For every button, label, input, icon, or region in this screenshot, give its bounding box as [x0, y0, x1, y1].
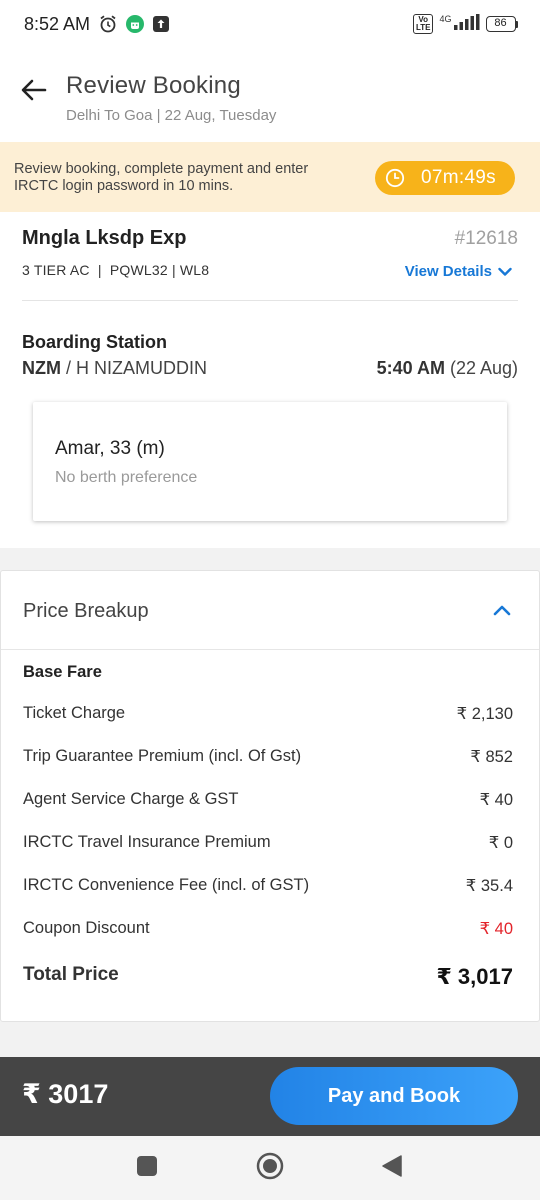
- departure-time: 5:40 AM: [376, 358, 445, 378]
- countdown-value: 07m:49s: [421, 167, 496, 188]
- divider: [1, 649, 539, 650]
- passenger-name: Amar, 33 (m): [55, 438, 165, 459]
- price-label: Ticket Charge: [23, 704, 126, 722]
- collapse-button[interactable]: [491, 601, 513, 619]
- network-type: 4G: [439, 14, 452, 24]
- upload-notification-icon: [152, 15, 170, 33]
- train-card: Mngla Lksdp Exp #12618 3 TIER AC | PQWL3…: [0, 212, 540, 548]
- train-number: #12618: [454, 228, 518, 249]
- volte-icon: Vo LTE: [412, 14, 434, 34]
- price-label: Coupon Discount: [23, 919, 150, 937]
- signal-icon: [453, 13, 480, 35]
- price-breakup-card: Price Breakup Base Fare Ticket Charge ₹ …: [0, 570, 540, 1022]
- discount-amount: ₹ 40: [479, 920, 513, 938]
- status-time: 8:52 AM: [24, 13, 91, 34]
- system-nav-bar: [0, 1136, 540, 1200]
- price-amount: ₹ 852: [470, 748, 513, 766]
- arrow-left-icon: [21, 79, 47, 101]
- home-circle-icon: [256, 1152, 284, 1180]
- view-details-link[interactable]: View Details: [405, 263, 512, 280]
- app-notification-icon: [125, 14, 145, 34]
- status-bar: 8:52 AM Vo LTE 4G 86: [0, 0, 540, 48]
- journey-subtitle: Delhi To Goa | 22 Aug, Tuesday: [66, 107, 277, 124]
- price-row-agent-service: Agent Service Charge & GST ₹ 40: [23, 790, 513, 810]
- price-label: Trip Guarantee Premium (incl. Of Gst): [23, 747, 302, 765]
- total-price-label: Total Price: [23, 964, 119, 985]
- timer-banner: Review booking, complete payment and ent…: [0, 142, 540, 212]
- countdown-timer: 07m:49s: [375, 161, 515, 195]
- clock-icon: [385, 168, 405, 188]
- price-label: IRCTC Convenience Fee (incl. of GST): [23, 876, 310, 894]
- berth-preference: No berth preference: [55, 469, 198, 486]
- price-amount: ₹ 40: [479, 791, 513, 809]
- battery-icon: 86: [485, 16, 518, 32]
- price-amount: ₹ 35.4: [465, 877, 513, 895]
- bottom-payment-bar: ₹ 3017 Pay and Book: [0, 1057, 540, 1136]
- price-breakup-title: Price Breakup: [23, 600, 149, 622]
- home-button[interactable]: [256, 1152, 284, 1180]
- back-button[interactable]: [18, 74, 50, 106]
- chevron-down-icon: [498, 267, 512, 276]
- chevron-up-icon: [493, 605, 511, 616]
- battery-level: 86: [485, 16, 516, 32]
- price-row-trip-guarantee: Trip Guarantee Premium (incl. Of Gst) ₹ …: [23, 747, 513, 767]
- triangle-back-icon: [382, 1155, 402, 1177]
- price-row-travel-insurance: IRCTC Travel Insurance Premium ₹ 0: [23, 833, 513, 853]
- station-separator: /: [61, 358, 77, 378]
- square-icon: [137, 1156, 157, 1176]
- train-class-status: 3 TIER AC | PQWL32 | WL8: [22, 262, 210, 278]
- boarding-station-label: Boarding Station: [22, 332, 167, 352]
- header: Review Booking Delhi To Goa | 22 Aug, Tu…: [0, 48, 540, 142]
- timer-message: Review booking, complete payment and ent…: [14, 161, 309, 194]
- total-price-row: Total Price ₹ 3,017: [23, 964, 513, 990]
- price-row-coupon-discount: Coupon Discount ₹ 40: [23, 919, 513, 939]
- total-price-amount: ₹ 3,017: [436, 964, 513, 989]
- alarm-icon: [98, 14, 118, 34]
- passenger-card: Amar, 33 (m) No berth preference: [33, 402, 507, 521]
- station-code: NZM: [22, 358, 61, 378]
- divider: [22, 300, 518, 301]
- price-amount: ₹ 0: [488, 834, 513, 852]
- price-label: IRCTC Travel Insurance Premium: [23, 833, 271, 851]
- train-name: Mngla Lksdp Exp: [22, 227, 187, 249]
- boarding-time: 5:40 AM (22 Aug): [377, 358, 518, 379]
- pay-and-book-button[interactable]: Pay and Book: [270, 1067, 518, 1125]
- back-nav-button[interactable]: [378, 1152, 406, 1180]
- page-title: Review Booking: [66, 72, 241, 99]
- price-row-ticket-charge: Ticket Charge ₹ 2,130: [23, 704, 513, 724]
- base-fare-heading: Base Fare: [23, 663, 102, 681]
- view-details-label: View Details: [404, 263, 492, 280]
- price-amount: ₹ 2,130: [456, 705, 513, 723]
- price-row-convenience-fee: IRCTC Convenience Fee (incl. of GST) ₹ 3…: [23, 876, 513, 896]
- station-name: H NIZAMUDDIN: [76, 358, 208, 378]
- bottom-total-amount: ₹ 3017: [22, 1079, 109, 1109]
- price-label: Agent Service Charge & GST: [23, 790, 239, 808]
- recents-button[interactable]: [133, 1152, 161, 1180]
- boarding-station: NZM / H NIZAMUDDIN: [22, 358, 207, 379]
- departure-date: (22 Aug): [444, 358, 518, 378]
